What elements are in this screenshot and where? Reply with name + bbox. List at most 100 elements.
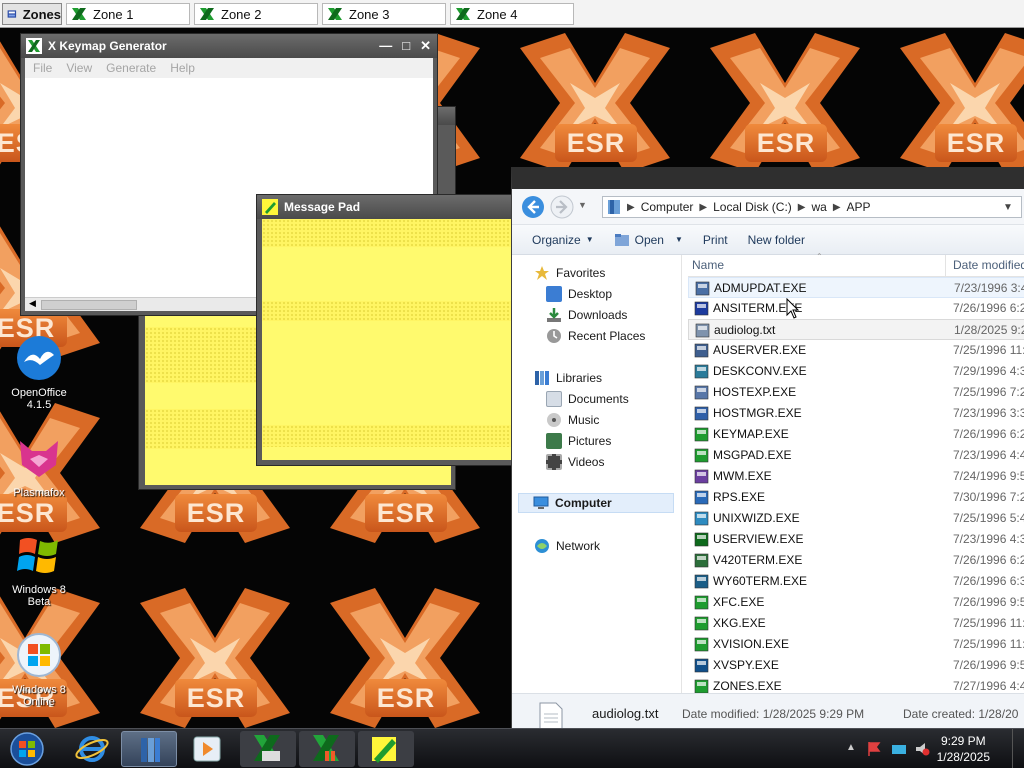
nav-music[interactable]: Music: [546, 410, 599, 430]
xkg-taskbar-button[interactable]: [240, 731, 296, 767]
file-row[interactable]: AUSERVER.EXE 7/25/1996 11:2: [688, 340, 1024, 361]
organize-button[interactable]: Organize ▼: [532, 233, 594, 247]
maximize-icon[interactable]: □: [402, 38, 410, 54]
window-titlebar[interactable]: Message Pad: [257, 195, 517, 219]
file-row[interactable]: XVISION.EXE 7/25/1996 11:3: [688, 634, 1024, 655]
new-folder-button[interactable]: New folder: [748, 233, 805, 247]
download-icon: [547, 308, 561, 322]
nav-downloads[interactable]: Downloads: [546, 305, 627, 325]
computer-icon: [533, 496, 549, 509]
zone-1-button[interactable]: Zone 1: [66, 3, 190, 25]
nav-desktop[interactable]: Desktop: [546, 284, 612, 304]
file-row[interactable]: UNIXWIZD.EXE 7/25/1996 5:40: [688, 508, 1024, 529]
address-dropdown-icon[interactable]: ▼: [1003, 202, 1013, 213]
start-button-icon[interactable]: [8, 731, 46, 767]
file-row[interactable]: WY60TERM.EXE 7/26/1996 6:30: [688, 571, 1024, 592]
file-row[interactable]: MSGPAD.EXE 7/23/1996 4:40: [688, 445, 1024, 466]
file-row[interactable]: XFC.EXE 7/26/1996 9:53: [688, 592, 1024, 613]
menu-help[interactable]: Help: [170, 61, 195, 75]
window-titlebar[interactable]: X Keymap Generator — □ ✕: [21, 34, 437, 58]
file-row[interactable]: ANSITERM.EXE7/26/1996 6:27: [688, 298, 1024, 319]
media-player-icon[interactable]: [179, 731, 235, 767]
file-row[interactable]: XKG.EXE 7/25/1996 11:2: [688, 613, 1024, 634]
file-explorer-window[interactable]: ▼ ▶ Computer ▶ Local Disk (C:) ▶ wa ▶ AP…: [511, 167, 1024, 730]
print-button[interactable]: Print: [703, 233, 728, 247]
breadcrumb-wa[interactable]: wa: [811, 200, 826, 214]
desktop-icon-windows8-online[interactable]: Windows 8 Online: [1, 632, 77, 708]
address-bar[interactable]: ▶ Computer ▶ Local Disk (C:) ▶ wa ▶ APP …: [602, 196, 1022, 218]
message-pad-text-area[interactable]: [262, 219, 512, 460]
message-pad-window[interactable]: Message Pad: [256, 194, 518, 466]
file-row[interactable]: USERVIEW.EXE 7/23/1996 4:37: [688, 529, 1024, 550]
details-filename: audiolog.txt: [592, 706, 659, 721]
wallpaper-tile: ESR: [320, 583, 490, 728]
open-button[interactable]: Open ▼: [614, 233, 683, 247]
show-desktop-button[interactable]: [1012, 729, 1024, 768]
zone-4-button[interactable]: Zone 4: [450, 3, 574, 25]
nav-libraries[interactable]: Libraries: [534, 368, 602, 388]
explorer-taskbar-button[interactable]: [121, 731, 177, 767]
file-date-modified: 7/26/1996 6:25: [953, 427, 1024, 441]
file-date-modified: 7/29/1996 4:31: [953, 364, 1024, 378]
desktop-icon-windows8-beta[interactable]: Windows 8 Beta: [1, 532, 77, 608]
exe-file-icon: [694, 679, 709, 694]
file-name: USERVIEW.EXE: [713, 532, 804, 546]
breadcrumb-local-disk[interactable]: Local Disk (C:): [713, 200, 792, 214]
column-date-modified[interactable]: Date modified: [953, 258, 1024, 272]
internet-explorer-icon[interactable]: [64, 731, 120, 767]
menu-file[interactable]: File: [33, 61, 52, 75]
xfc-taskbar-button[interactable]: [299, 731, 355, 767]
tray-expand-icon[interactable]: ▲: [846, 742, 856, 753]
file-name: XKG.EXE: [713, 616, 766, 630]
file-name: AUSERVER.EXE: [713, 343, 807, 357]
nav-recent-places[interactable]: Recent Places: [546, 326, 645, 346]
network-tray-icon[interactable]: [890, 741, 908, 757]
file-row[interactable]: DESKCONV.EXE 7/29/1996 4:31: [688, 361, 1024, 382]
zone-2-button[interactable]: Zone 2: [194, 3, 318, 25]
file-row[interactable]: RPS.EXE 7/30/1996 7:26: [688, 487, 1024, 508]
file-row[interactable]: XVSPY.EXE 7/26/1996 9:54: [688, 655, 1024, 676]
file-row[interactable]: MWM.EXE 7/24/1996 9:50: [688, 466, 1024, 487]
file-row[interactable]: HOSTMGR.EXE 7/23/1996 3:32: [688, 403, 1024, 424]
file-row[interactable]: HOSTEXP.EXE 7/25/1996 7:28: [688, 382, 1024, 403]
column-name[interactable]: Name: [692, 258, 724, 272]
volume-tray-icon[interactable]: [914, 741, 932, 757]
system-clock[interactable]: 9:29 PM 1/28/2025: [937, 733, 990, 765]
nav-videos[interactable]: Videos: [546, 452, 604, 472]
desktop-icon-plasmafox[interactable]: Plasmafox: [1, 435, 77, 499]
file-row[interactable]: KEYMAP.EXE 7/26/1996 6:25: [688, 424, 1024, 445]
breadcrumb-computer[interactable]: Computer: [641, 200, 694, 214]
organize-label: Organize: [532, 232, 581, 247]
back-icon[interactable]: [521, 195, 545, 219]
menu-view[interactable]: View: [66, 61, 92, 75]
scrollbar-thumb[interactable]: [41, 300, 137, 310]
horizontal-scrollbar[interactable]: ◀: [25, 297, 261, 311]
zones-menu-button[interactable]: Zones: [2, 3, 62, 25]
pad-pattern: [262, 425, 512, 447]
breadcrumb-app[interactable]: APP: [847, 200, 871, 214]
file-row[interactable]: ADMUPDAT.EXE 7/23/1996 3:42: [688, 277, 1024, 298]
minimize-icon[interactable]: —: [379, 38, 392, 54]
chevron-right-icon: ▶: [699, 201, 708, 213]
nav-computer[interactable]: Computer: [518, 493, 674, 513]
file-row[interactable]: V420TERM.EXE 7/26/1996 6:29: [688, 550, 1024, 571]
file-date-modified: 7/23/1996 4:40: [953, 448, 1024, 462]
close-icon[interactable]: ✕: [420, 38, 431, 54]
file-date-modified: 7/26/1996 9:53: [953, 595, 1024, 609]
nav-pictures[interactable]: Pictures: [546, 431, 611, 451]
flag-tray-icon[interactable]: [866, 741, 882, 757]
scroll-left-icon[interactable]: ◀: [29, 298, 36, 309]
nav-documents[interactable]: Documents: [546, 389, 629, 409]
message-pad-taskbar-button[interactable]: [358, 731, 414, 767]
column-divider[interactable]: [945, 255, 946, 277]
nav-favorites[interactable]: Favorites: [534, 263, 605, 283]
nav-network[interactable]: Network: [534, 536, 600, 556]
zone-3-button[interactable]: Zone 3: [322, 3, 446, 25]
details-date-created: Date created: 1/28/20: [903, 707, 1019, 721]
wallpaper-badge: ESR: [935, 124, 1017, 162]
desktop-icon-openoffice[interactable]: OpenOffice 4.1.5: [1, 335, 77, 411]
recent-pages-icon[interactable]: ▼: [578, 200, 587, 210]
file-row[interactable]: audiolog.txt 1/28/2025 9:29: [688, 319, 1024, 340]
forward-icon[interactable]: [550, 195, 574, 219]
menu-generate[interactable]: Generate: [106, 61, 156, 75]
